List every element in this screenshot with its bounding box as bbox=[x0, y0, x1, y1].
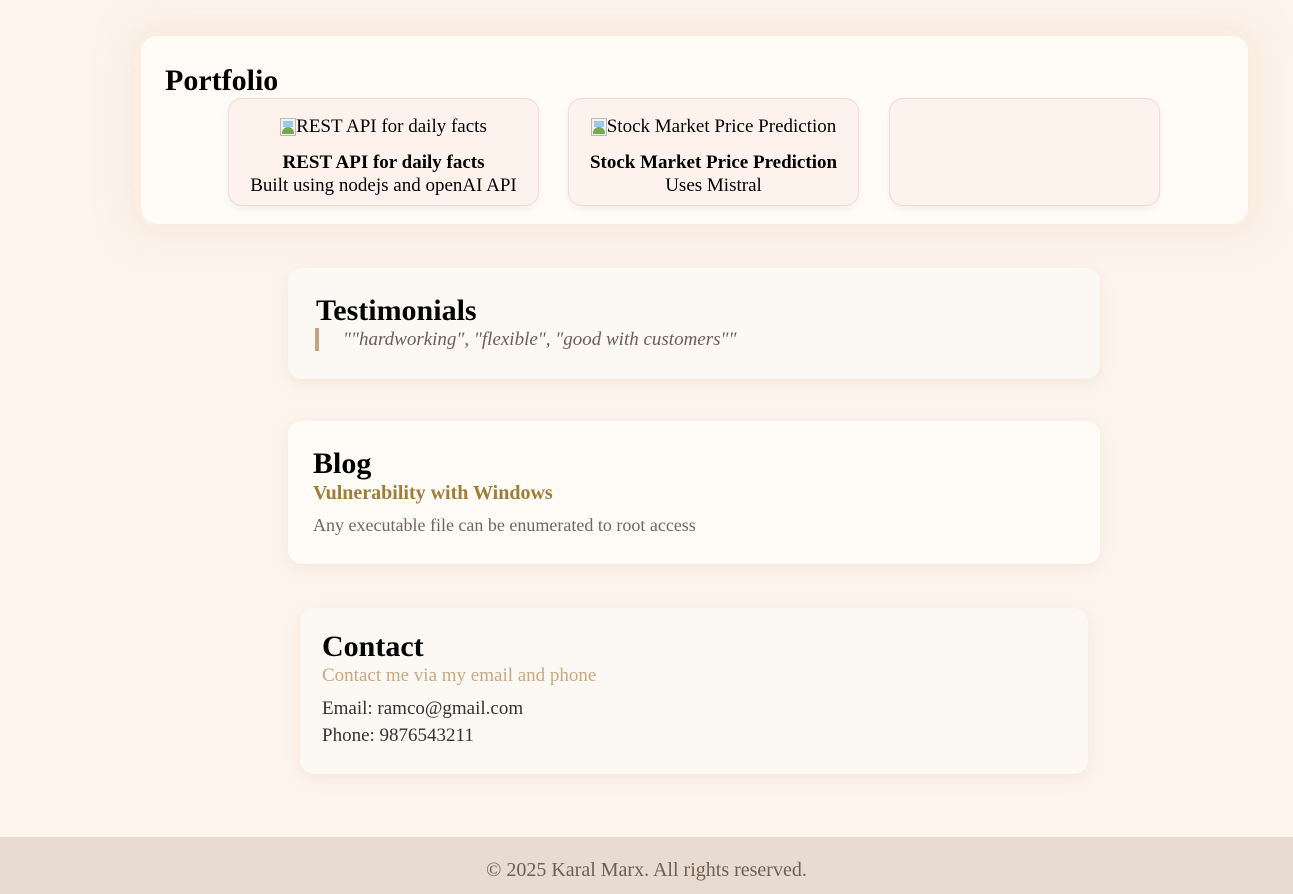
project-description: Uses Mistral bbox=[665, 174, 762, 196]
blog-section: Blog Vulnerability with Windows Any exec… bbox=[288, 421, 1100, 564]
contact-section: Contact Contact me via my email and phon… bbox=[300, 608, 1088, 774]
portfolio-section: Portfolio REST API for daily facts REST … bbox=[141, 36, 1248, 224]
footer-copyright: © 2025 Karal Marx. All rights reserved. bbox=[486, 859, 807, 881]
portfolio-heading: Portfolio bbox=[165, 64, 279, 97]
contact-heading: Contact bbox=[322, 630, 424, 663]
project-title: Stock Market Price Prediction bbox=[589, 151, 838, 173]
testimonials-section: Testimonials ""hardworking", "flexible",… bbox=[288, 268, 1100, 379]
project-description: Built using nodejs and openAI API bbox=[250, 174, 517, 196]
blog-post-excerpt: Any executable file can be enumerated to… bbox=[313, 515, 696, 535]
project-image-alt: REST API for daily facts bbox=[296, 116, 487, 137]
blog-heading: Blog bbox=[313, 447, 372, 480]
footer: © 2025 Karal Marx. All rights reserved. bbox=[0, 837, 1293, 894]
broken-image-icon bbox=[280, 117, 297, 136]
project-card[interactable]: Stock Market Price Prediction Stock Mark… bbox=[568, 98, 859, 206]
testimonial-quote: ""hardworking", "flexible", "good with c… bbox=[315, 328, 737, 351]
contact-subtitle: Contact me via my email and phone bbox=[322, 665, 597, 686]
project-card-empty[interactable] bbox=[889, 98, 1160, 206]
blog-post-title[interactable]: Vulnerability with Windows bbox=[313, 481, 553, 505]
contact-phone: Phone: 9876543211 bbox=[322, 725, 474, 746]
project-card[interactable]: REST API for daily facts REST API for da… bbox=[228, 98, 539, 206]
contact-email: Email: ramco@gmail.com bbox=[322, 698, 524, 719]
project-image: REST API for daily facts bbox=[280, 115, 487, 138]
project-image: Stock Market Price Prediction bbox=[590, 115, 837, 138]
testimonials-heading: Testimonials bbox=[316, 294, 477, 327]
broken-image-icon bbox=[590, 117, 607, 136]
project-image-alt: Stock Market Price Prediction bbox=[606, 116, 837, 137]
project-title: REST API for daily facts bbox=[282, 151, 485, 173]
